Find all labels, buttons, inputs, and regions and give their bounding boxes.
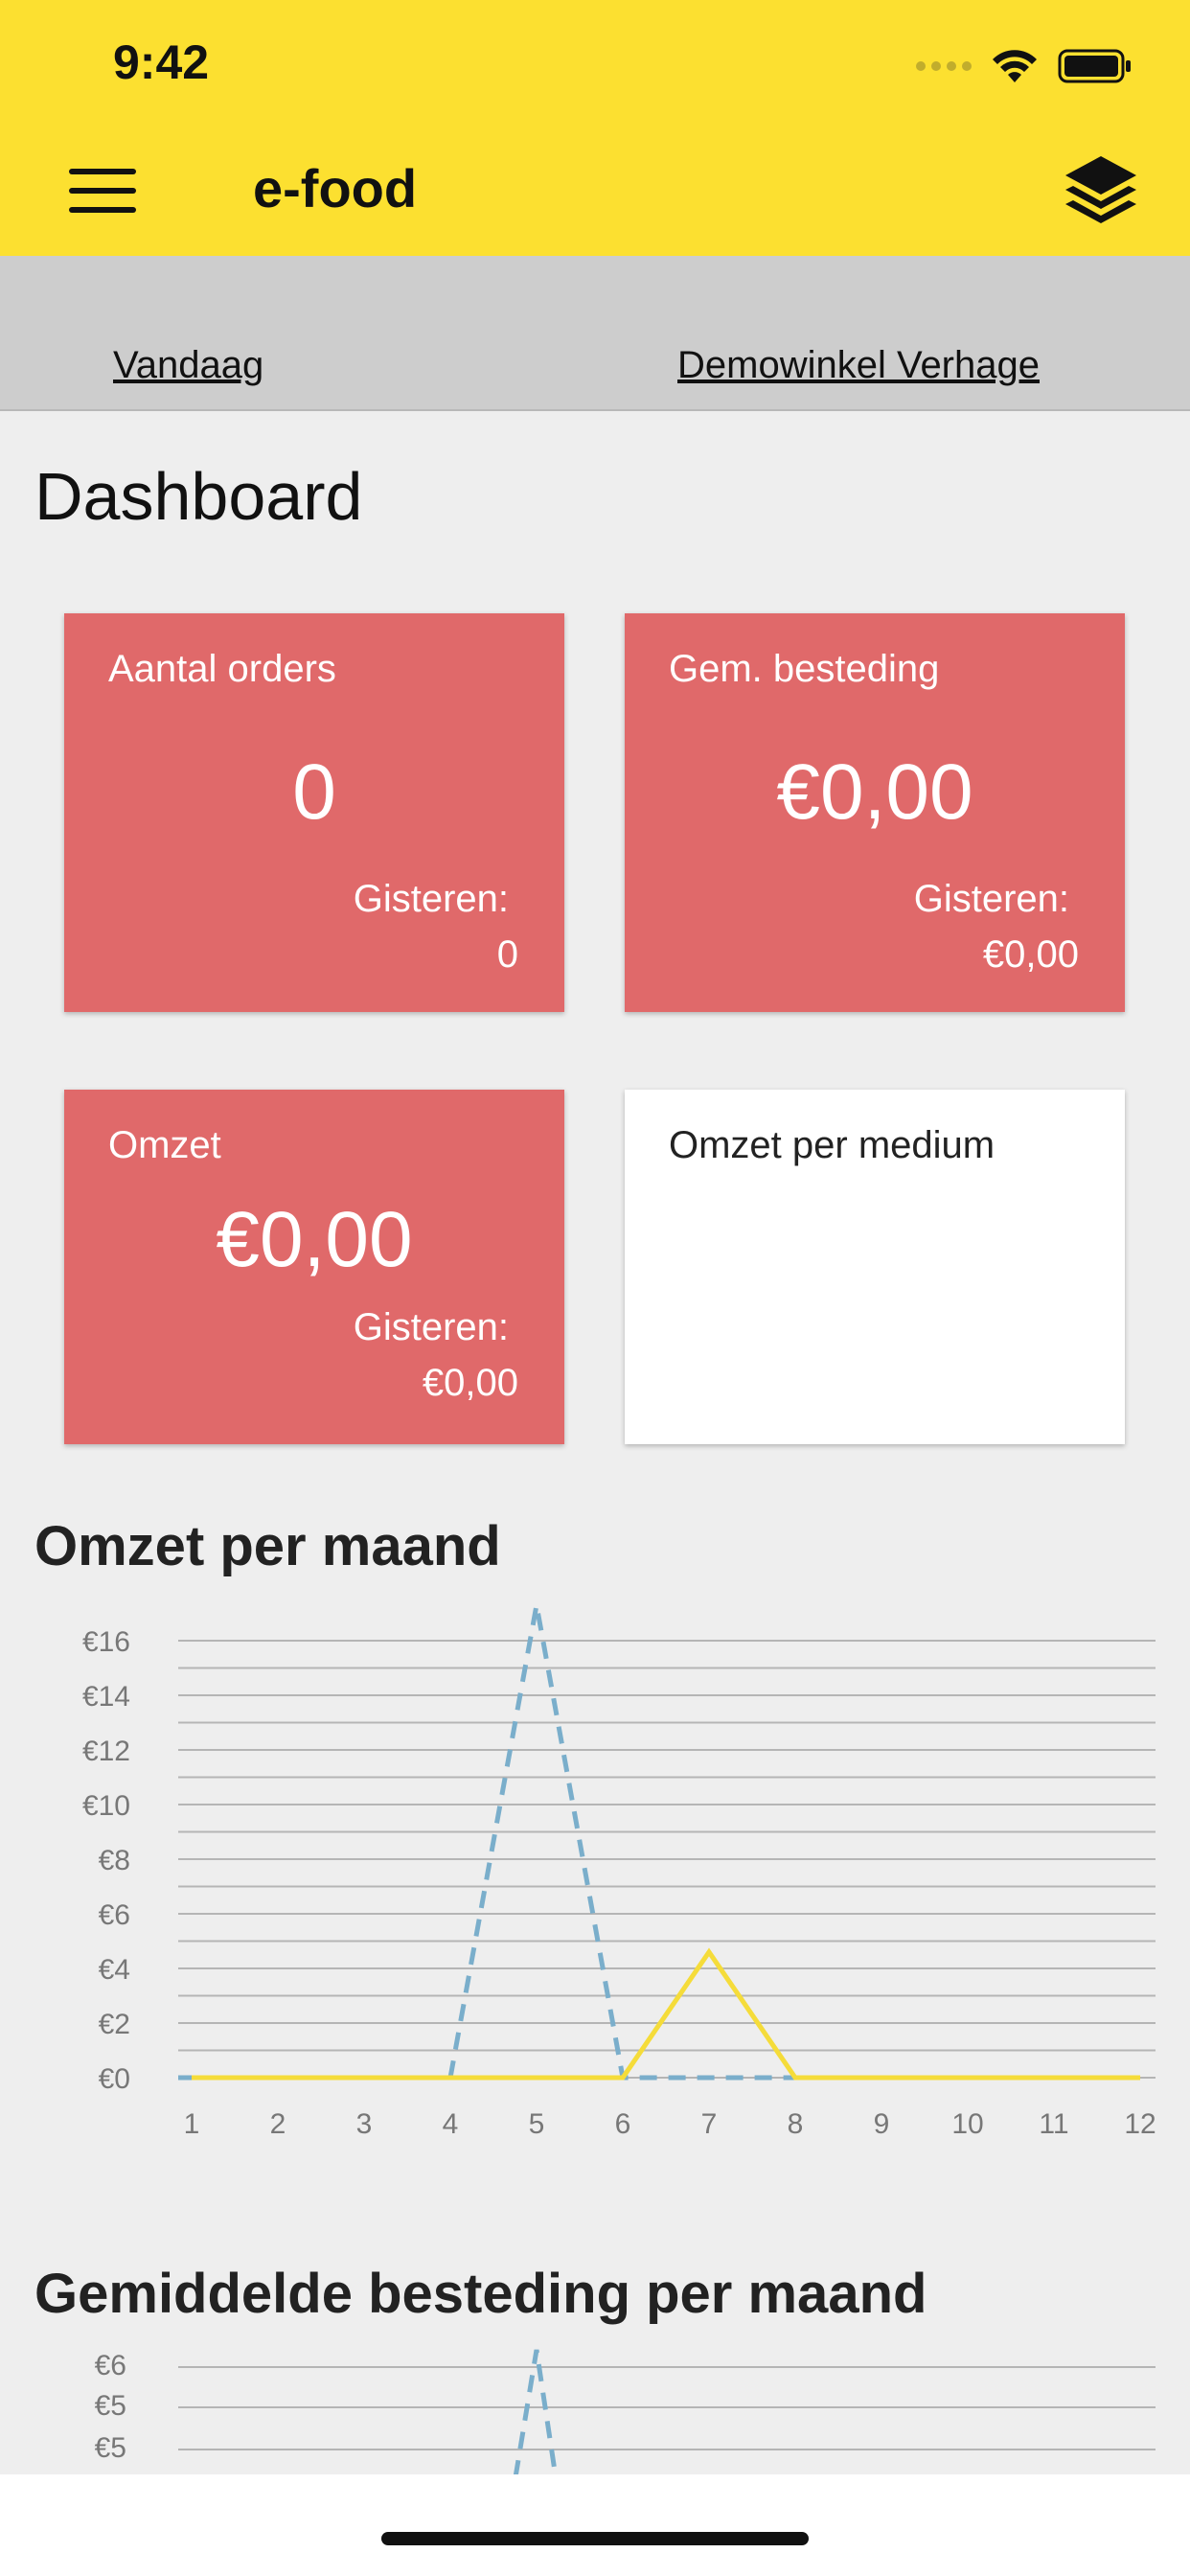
x-tick-label: 12: [1124, 2108, 1156, 2140]
wifi-icon: [993, 50, 1037, 82]
revenue-card: Omzet €0,00 Gisteren: €0,00: [64, 1090, 564, 1444]
revenue-per-medium-label: Omzet per medium: [669, 1124, 995, 1166]
series-line-current: [192, 1947, 1140, 2081]
app-bar: e-food: [0, 126, 1190, 256]
x-tick-label: 2: [270, 2108, 286, 2140]
date-filter-link[interactable]: Vandaag: [113, 344, 263, 387]
revenue-per-medium-card: Omzet per medium: [625, 1090, 1125, 1444]
y-tick-label: €4: [99, 1954, 130, 1986]
revenue-per-month-chart: €0€2€4€6€8€10€12€14€161 2 3 4 5 6 7 8 9 10 11 12: [82, 1604, 1156, 2140]
x-tick-label: 1: [184, 2108, 200, 2140]
revenue-value: €0,00: [216, 1196, 413, 1283]
y-tick-label: €16: [82, 1626, 130, 1658]
revenue-yesterday-label: Gisteren:: [353, 1306, 509, 1348]
avg-spend-per-month-chart: €6 €5 €5: [95, 2349, 1156, 2477]
avg-spend-label: Gem. besteding: [669, 648, 940, 690]
layers-icon[interactable]: [1060, 150, 1142, 233]
orders-card-label: Aantal orders: [108, 648, 336, 690]
revenue-yesterday-value: €0,00: [422, 1362, 518, 1404]
orders-yesterday-value: 0: [496, 933, 518, 976]
y-tick-label: €12: [82, 1736, 130, 1767]
x-tick-label: 6: [615, 2108, 631, 2140]
y-tick-label: €0: [99, 2063, 130, 2095]
signal-icon: [916, 61, 972, 71]
x-tick-label: 5: [529, 2108, 545, 2140]
avg-spend-yesterday-label: Gisteren:: [913, 878, 1069, 920]
orders-count: 0: [292, 748, 336, 836]
battery-icon: [1058, 49, 1131, 83]
x-tick-label: 3: [356, 2108, 373, 2140]
orders-yesterday-label: Gisteren:: [353, 878, 509, 920]
y-tick-label: €5: [95, 2432, 126, 2464]
status-icons: [916, 42, 1133, 90]
x-tick-label: 11: [1039, 2108, 1068, 2140]
y-tick-label: €6: [95, 2350, 126, 2381]
x-tick-label: 8: [788, 2108, 804, 2140]
series-line-previous: [192, 1604, 1140, 2081]
status-time: 9:42: [113, 35, 210, 89]
avg-spend-card: Gem. besteding €0,00 Gisteren: €0,00: [625, 613, 1125, 1012]
orders-card: Aantal orders 0 Gisteren: 0: [64, 613, 564, 1012]
y-tick-label: €2: [99, 2009, 130, 2040]
filter-bar: Vandaag Demowinkel Verhage: [0, 256, 1190, 411]
y-tick-label: €10: [82, 1790, 130, 1822]
y-tick-label: €6: [99, 1899, 130, 1931]
hamburger-menu-icon[interactable]: [57, 161, 144, 220]
home-indicator[interactable]: [381, 2532, 809, 2545]
chart-title-avg-spend-per-month: Gemiddelde besteding per maand: [34, 2263, 927, 2325]
app-title: e-food: [253, 158, 418, 218]
x-tick-label: 10: [951, 2108, 983, 2140]
revenue-label: Omzet: [108, 1124, 221, 1166]
bottom-safe-area: [0, 2474, 1190, 2576]
y-tick-label: €8: [99, 1845, 130, 1876]
page-title: Dashboard: [34, 459, 363, 534]
y-tick-label: €14: [82, 1681, 130, 1713]
series-line-previous: [513, 2349, 559, 2477]
x-tick-label: 7: [701, 2108, 718, 2140]
status-bar: 9:42: [0, 0, 1190, 126]
x-tick-label: 9: [874, 2108, 890, 2140]
y-tick-label: €5: [95, 2390, 126, 2422]
store-selector-link[interactable]: Demowinkel Verhage: [677, 344, 1040, 387]
avg-spend-yesterday-value: €0,00: [982, 933, 1079, 976]
avg-spend-value: €0,00: [776, 748, 973, 836]
x-tick-label: 4: [443, 2108, 459, 2140]
chart-title-revenue-per-month: Omzet per maand: [34, 1515, 501, 1577]
